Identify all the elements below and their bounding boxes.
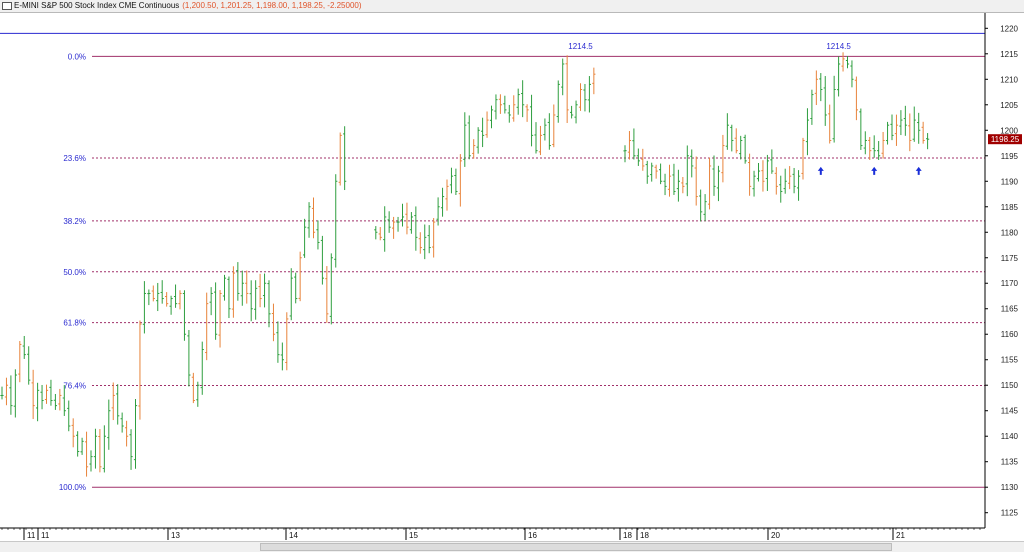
fib-level-label: 50.0% [63,268,86,277]
chart-window: E-MINI S&P 500 Stock Index CME Continuou… [0,0,1024,552]
window-title: E-MINI S&P 500 Stock Index CME Continuou… [14,0,362,12]
fib-level-label: 61.8% [63,319,86,328]
time-tick-label: 16 [528,531,537,540]
price-tick-label: 1200 [1000,126,1018,135]
price-tick-label: 1165 [1001,305,1019,314]
window-icon[interactable] [2,2,12,10]
price-tick-label: 1190 [1001,177,1019,186]
price-tick-label: 1150 [1001,381,1019,390]
fib-level-label: 100.0% [59,483,86,492]
scrollbar-thumb[interactable] [260,543,892,551]
price-tick-label: 1205 [1000,101,1018,110]
time-tick-label: 21 [896,531,905,540]
price-tick-label: 1125 [1001,509,1019,518]
price-tick-label: 1175 [1001,254,1019,263]
time-tick-label: 11 [41,531,50,540]
current-price-label: 1198.25 [991,135,1020,144]
price-tick-label: 1220 [1000,24,1018,33]
price-annotation: 1214.5 [568,42,593,51]
price-chart[interactable]: 0.0% 23.6% 38.2% 50.0% 61.8% 76.4% 100.0% 1214… [0,13,1024,541]
fib-level-label: 38.2% [63,217,86,226]
price-annotation: 1214.5 [826,42,851,51]
time-tick-label: 11 [27,531,36,540]
time-tick-label: 18 [623,531,632,540]
price-tick-label: 1130 [1001,483,1019,492]
price-tick-label: 1160 [1001,330,1019,339]
time-tick-label: 18 [640,531,649,540]
price-tick-label: 1145 [1001,407,1019,416]
time-tick-label: 20 [771,531,780,540]
time-tick-label: 15 [409,531,418,540]
plot-area [0,13,985,528]
fib-level-label: 76.4% [63,382,86,391]
price-tick-label: 1210 [1000,75,1018,84]
price-axis-background [985,13,1024,528]
price-tick-label: 1170 [1001,279,1019,288]
horizontal-scrollbar[interactable] [0,541,1024,552]
time-tick-label: 13 [171,531,180,540]
instrument-name: E-MINI S&P 500 Stock Index CME Continuou… [14,1,180,10]
fib-level-label: 0.0% [68,52,86,61]
price-tick-label: 1215 [1000,50,1018,59]
price-tick-label: 1155 [1001,356,1019,365]
price-tick-label: 1135 [1001,458,1019,467]
time-tick-label: 14 [289,531,298,540]
price-tick-label: 1195 [1001,152,1019,161]
quote-values: (1,200.50, 1,201.25, 1,198.00, 1,198.25,… [182,1,362,10]
fib-level-label: 23.6% [63,154,86,163]
price-tick-label: 1185 [1001,203,1019,212]
title-bar[interactable]: E-MINI S&P 500 Stock Index CME Continuou… [0,0,1024,13]
price-tick-label: 1140 [1001,432,1019,441]
price-tick-label: 1180 [1001,228,1019,237]
